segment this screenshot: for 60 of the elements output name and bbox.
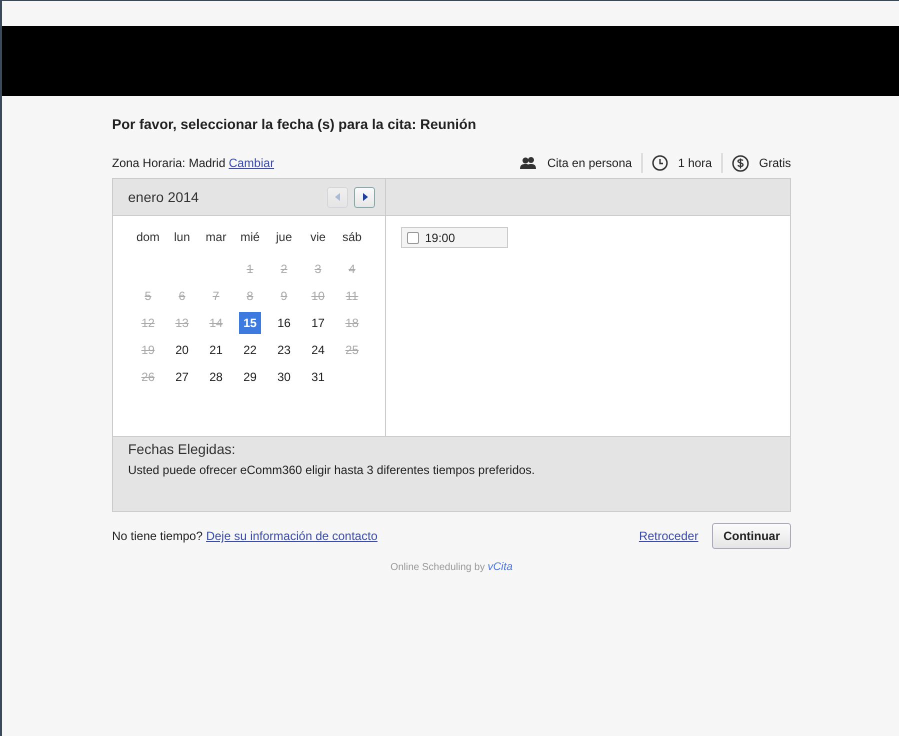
calendar-day: 1 [239, 258, 261, 280]
calendar-day[interactable]: 16 [273, 312, 295, 334]
left-triangle-icon [332, 190, 342, 204]
brand-link[interactable]: vCita [488, 561, 513, 573]
month-title: enero 2014 [128, 189, 199, 205]
clock-icon [652, 155, 668, 171]
calendar-day: 11 [341, 284, 363, 306]
calendar-day: 19 [137, 338, 159, 360]
dollar-icon [732, 154, 749, 172]
weekday-label: dom [135, 229, 161, 246]
calendar-day[interactable]: 30 [273, 366, 295, 388]
no-time-question: No tiene tiempo? [112, 529, 204, 543]
calendar-day[interactable]: 21 [205, 338, 227, 360]
next-month-button[interactable] [354, 186, 375, 208]
calendar-day: 9 [273, 284, 295, 306]
calendar-day[interactable]: 24 [307, 338, 329, 360]
calendar-day[interactable]: 22 [239, 338, 261, 360]
detail-text: Cita en persona [547, 156, 632, 170]
page-title: Por favor, seleccionar la fecha (s) para la cita: Reunión [112, 116, 478, 132]
detail-text: 1 hora [678, 156, 712, 170]
detail-text: Gratis [758, 156, 791, 170]
weekday-label: lun [172, 229, 191, 246]
time-checkbox[interactable] [407, 232, 419, 244]
calendar-day[interactable]: 29 [239, 366, 261, 388]
calendar-day[interactable]: 20 [171, 338, 193, 360]
calendar-day[interactable]: 27 [171, 366, 193, 388]
calendar-day: 13 [171, 312, 193, 334]
calendar-day: 12 [137, 312, 159, 334]
people-icon [520, 156, 538, 170]
calendar-day: 26 [137, 366, 159, 388]
calendar-day: 4 [341, 258, 363, 280]
calendar-day[interactable]: 17 [307, 312, 329, 334]
chosen-heading: Fechas Elegidas: [128, 441, 236, 457]
timezone-label: Zona Horaria: Madrid [112, 156, 226, 170]
credit-text: Online Scheduling by [390, 562, 486, 573]
back-link[interactable]: Retroceder [638, 529, 698, 543]
calendar-day: 18 [341, 312, 363, 334]
calendar-day: 7 [205, 284, 227, 306]
calendar-day: 8 [239, 284, 261, 306]
calendar-day: 2 [273, 258, 295, 280]
calendar-day: 25 [341, 338, 363, 360]
calendar-day: 14 [205, 312, 227, 334]
weekday-label: jue [274, 229, 293, 246]
time-label: 19:00 [425, 230, 456, 244]
weekday-label: sáb [341, 229, 363, 246]
calendar-day: 10 [307, 284, 329, 306]
weekday-label: mar [204, 229, 228, 246]
chosen-note: Usted puede ofrecer eComm360 eligir hasta 3 diferentes tiempos preferidos. [128, 463, 536, 477]
calendar-day[interactable]: 31 [307, 366, 329, 388]
weekday-label: vie [309, 229, 327, 246]
calendar-day[interactable]: 28 [205, 366, 227, 388]
calendar-day[interactable]: 23 [273, 338, 295, 360]
calendar-day: 6 [171, 284, 193, 306]
continue-button[interactable]: Continuar [712, 523, 791, 549]
calendar-day: 3 [307, 258, 329, 280]
calendar-day[interactable]: 15 [239, 312, 261, 334]
calendar-day: 5 [137, 284, 159, 306]
weekday-label: mié [239, 229, 261, 246]
change-link[interactable]: Cambiar [228, 156, 274, 170]
contact-link[interactable]: Deje su información de contacto [206, 529, 378, 543]
